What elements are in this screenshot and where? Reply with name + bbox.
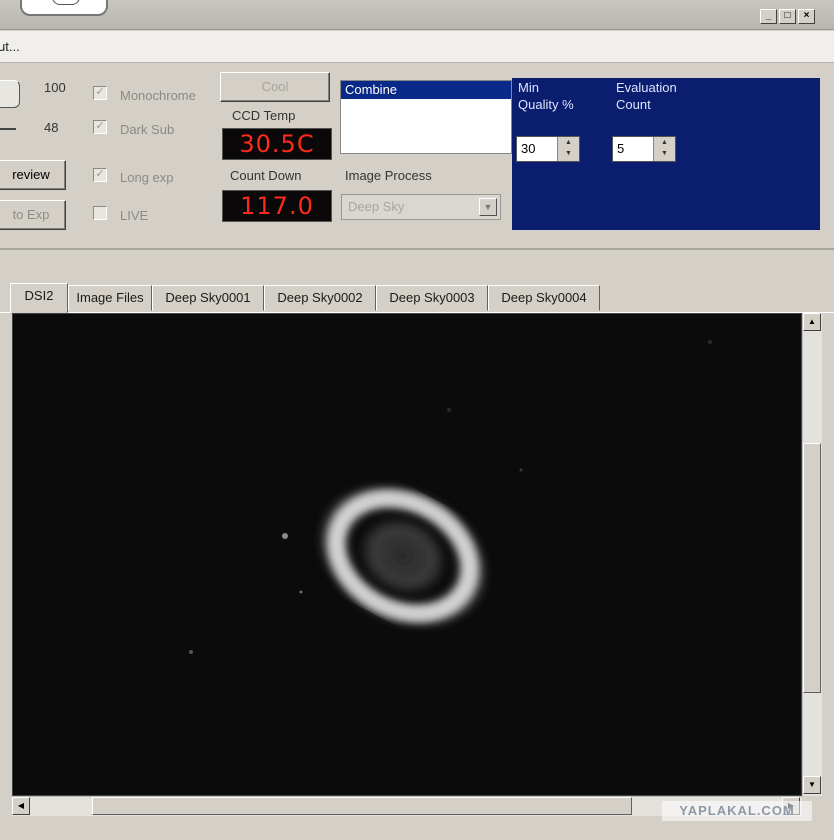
maximize-button[interactable]: □ (779, 9, 796, 24)
countdown-label: Count Down (230, 168, 302, 183)
ccd-temp-display: 30.5C (222, 128, 332, 160)
evaluation-count-label-2: Count (616, 97, 651, 112)
long-exp-label: Long exp (120, 170, 174, 185)
auto-exp-button[interactable]: to Exp (0, 200, 66, 230)
menu-item-about[interactable]: ut... (0, 39, 20, 54)
evaluation-count-spinner[interactable]: 5 ▲ ▼ (612, 136, 676, 162)
tab-deep-sky-0004[interactable]: Deep Sky0004 (488, 285, 600, 311)
scroll-up-icon[interactable]: ▲ (803, 313, 821, 331)
min-quality-value: 30 (521, 141, 536, 156)
control-panel: 100 48 review to Exp ✓ Monochrome ✓ Dark… (0, 64, 834, 250)
image-viewport[interactable] (12, 313, 802, 796)
title-bar (0, 0, 834, 30)
vertical-scroll-thumb[interactable] (803, 443, 821, 693)
countdown-display: 117.0 (222, 190, 332, 222)
star (519, 468, 523, 472)
image-process-label: Image Process (345, 168, 432, 183)
tab-dsi2[interactable]: DSI2 (10, 283, 68, 313)
tab-deep-sky-0003[interactable]: Deep Sky0003 (376, 285, 488, 311)
evaluation-count-label: Evaluation (616, 80, 677, 95)
live-label: LIVE (120, 208, 149, 223)
tab-deep-sky-0001[interactable]: Deep Sky0001 (152, 285, 264, 311)
vertical-scrollbar[interactable]: ▲ ▼ (802, 313, 822, 796)
image-process-value: Deep Sky (348, 199, 405, 214)
close-button[interactable]: × (798, 9, 815, 24)
dark-sub-label: Dark Sub (120, 122, 175, 137)
tab-image-files[interactable]: Image Files (68, 285, 152, 311)
nebula-ring (315, 482, 491, 630)
watermark: YAPLAKAL.COM (662, 801, 812, 821)
preview-button[interactable]: review (0, 160, 66, 190)
spinner-arrows-icon[interactable]: ▲ ▼ (653, 137, 675, 161)
quality-settings-panel: Min Quality % Evaluation Count 30 ▲ ▼ 5 ▲… (512, 78, 820, 230)
scroll-left-icon[interactable]: ◀ (12, 797, 30, 815)
min-quality-label: Min (518, 80, 539, 95)
app-icon (20, 0, 108, 16)
tab-deep-sky-0002[interactable]: Deep Sky0002 (264, 285, 376, 311)
horizontal-scroll-thumb[interactable] (92, 797, 632, 815)
dark-sub-checkbox[interactable]: ✓ (93, 120, 107, 134)
star (282, 533, 288, 539)
ring-nebula-image (189, 340, 712, 654)
star (189, 650, 193, 654)
cool-button[interactable]: Cool (220, 72, 330, 102)
value-bottom: 48 (44, 120, 59, 135)
image-process-select[interactable]: Deep Sky ▼ (341, 194, 501, 220)
min-quality-spinner[interactable]: 30 ▲ ▼ (516, 136, 580, 162)
monochrome-checkbox[interactable]: ✓ (93, 86, 107, 100)
star (299, 590, 303, 594)
chevron-down-icon[interactable]: ▼ (479, 198, 497, 216)
scroll-down-icon[interactable]: ▼ (803, 776, 821, 794)
spinner-arrows-icon[interactable]: ▲ ▼ (557, 137, 579, 161)
min-quality-label-2: Quality % (518, 97, 574, 112)
long-exp-checkbox[interactable]: ✓ (93, 168, 107, 182)
star (708, 340, 712, 344)
value-top: 100 (44, 80, 66, 95)
live-checkbox[interactable] (93, 206, 107, 220)
combine-list-item[interactable]: Combine (341, 81, 511, 99)
monochrome-label: Monochrome (120, 88, 196, 103)
star (447, 408, 451, 412)
combine-listbox[interactable]: Combine (340, 80, 512, 154)
ccd-temp-label: CCD Temp (232, 108, 296, 123)
slider-knob[interactable] (0, 80, 20, 108)
minimize-button[interactable]: _ (760, 9, 777, 24)
slider-track[interactable] (0, 128, 16, 130)
menu-bar: ut... (0, 31, 834, 63)
evaluation-count-value: 5 (617, 141, 625, 156)
